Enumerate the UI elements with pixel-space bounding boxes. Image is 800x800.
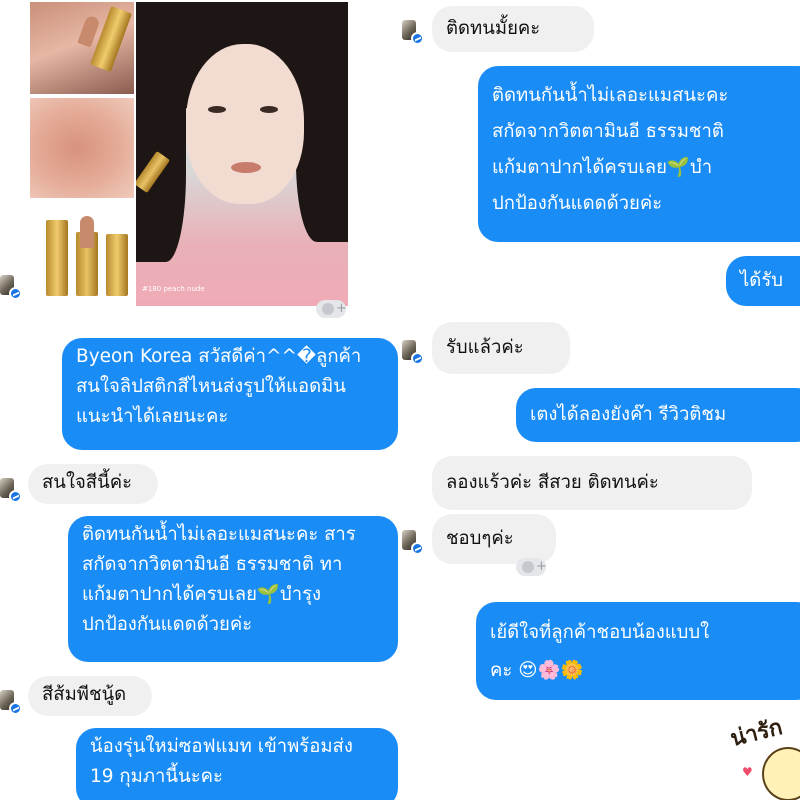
plus-icon: +: [336, 301, 347, 316]
sender-avatar[interactable]: [402, 530, 424, 556]
product-photo-collage[interactable]: #180 peach nude: [30, 2, 348, 306]
sender-avatar[interactable]: [0, 690, 22, 716]
hand-swatch-photo: [30, 2, 134, 94]
cute-sticker[interactable]: น่ารัก ♥: [728, 715, 800, 800]
sticker-face-icon: [762, 747, 800, 800]
message-bubble-product-info-cropped[interactable]: ติดทนกันน้ำไม่เลอะแมสนะคะ สกัดจากวิตตามิ…: [478, 66, 800, 242]
sender-avatar[interactable]: [0, 275, 22, 301]
smiley-icon: [522, 561, 534, 573]
message-bubble-greeting[interactable]: Byeon Korea สวัสดีค่า^^�ลูกค้า สนใจลิปสต…: [62, 338, 398, 450]
lip-swatch-photo: [30, 98, 134, 198]
sender-avatar[interactable]: [402, 20, 424, 46]
message-bubble-received[interactable]: รับแล้วค่ะ: [432, 322, 570, 374]
messenger-icon: [9, 490, 22, 503]
message-bubble-question-lasting[interactable]: ติดทนมั้ยคะ: [432, 6, 594, 52]
message-bubble-received-cropped[interactable]: ได้รับ: [726, 256, 800, 306]
messenger-icon: [411, 32, 424, 45]
right-chat-panel: ติดทนมั้ยคะ ติดทนกันน้ำไม่เลอะแมสนะคะ สก…: [400, 0, 800, 800]
lipstick-cap-right: [106, 234, 128, 296]
sender-avatar[interactable]: [0, 478, 22, 504]
smiley-icon: [322, 303, 334, 315]
lipstick-products-photo: [30, 202, 134, 306]
message-bubble-product-info[interactable]: ติดทนกันน้ำไม่เลอะแมสนะคะ สาร สกัดจากวิต…: [68, 516, 398, 662]
messenger-icon: [9, 702, 22, 715]
message-bubble-restock[interactable]: น้องรุ่นใหม่ซอฟแมท เข้าพร้อมส่ง 19 กุมภา…: [76, 728, 398, 800]
add-reaction-button[interactable]: +: [316, 300, 347, 318]
message-bubble-thanks[interactable]: เย้ดีใจที่ลูกค้าชอบน้องแบบใ คะ 😍🌸🌼: [476, 602, 800, 700]
left-eye-shape: [208, 106, 226, 113]
hair-right-shape: [296, 42, 348, 242]
messenger-icon: [411, 542, 424, 555]
message-bubble-likes-it[interactable]: ชอบๆค่ะ: [432, 514, 556, 564]
plus-icon: +: [536, 559, 547, 574]
messenger-icon: [411, 352, 424, 365]
mouth-shape: [231, 162, 261, 173]
message-bubble-shade-name[interactable]: สีส้มพีชนู้ด: [28, 676, 152, 716]
message-bubble-review-request[interactable]: เตงได้ลองยังค๊า รีวิวติชม: [516, 388, 800, 442]
right-eye-shape: [260, 106, 278, 113]
lipstick-cap-left: [46, 220, 68, 296]
messenger-icon: [9, 287, 22, 300]
message-bubble-interested[interactable]: สนใจสีนี้ค่ะ: [28, 464, 158, 504]
face-shape: [186, 44, 304, 204]
shade-caption: #180 peach nude: [142, 285, 205, 293]
heart-icon: ♥: [742, 765, 753, 779]
add-reaction-button[interactable]: +: [516, 558, 547, 576]
model-portrait-photo: #180 peach nude: [136, 2, 348, 306]
left-chat-panel: #180 peach nude + Byeon Korea สวัสดีค่า^…: [0, 0, 400, 800]
lipstick-cap-shape: [90, 6, 132, 72]
sender-avatar[interactable]: [402, 340, 424, 366]
lipstick-bullet-center: [80, 216, 94, 248]
message-bubble-review[interactable]: ลองแร้วค่ะ สีสวย ติดทนค่ะ: [432, 456, 752, 510]
hair-left-shape: [136, 42, 186, 262]
